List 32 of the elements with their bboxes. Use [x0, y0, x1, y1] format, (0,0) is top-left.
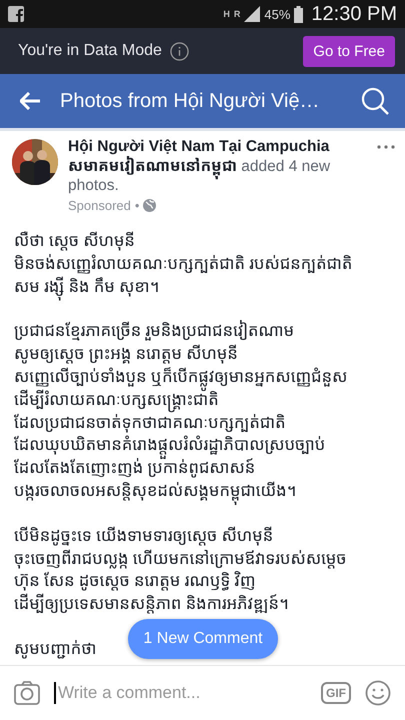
post-text-line: ដែលឃុបឃិតមានគំរោងផ្តួលរំលំរដ្ឋាភិបាលស្របច្បាប់ — [14, 433, 326, 456]
post-text-line: បើមិនដូច្នះទេ យើងទាមទារឲ្យស្តេច សីហមុនី — [14, 524, 274, 547]
data-mode-text: You're in Data Mode — [18, 42, 162, 60]
post-text-line: លឺថា ស្តេច សីហមុនី — [14, 229, 135, 252]
go-to-free-button[interactable]: Go to Free — [303, 36, 395, 66]
new-comment-button[interactable]: 1 New Comment — [128, 619, 278, 659]
post-text-line: មិនចង់សញ្ញេរំលាយគណៈបក្សក្បត់ជាតិ របស់ជនក្បត់ជាតិ — [14, 252, 352, 275]
post-text-line: ចុះចេញពីរាជបល្លង្ក ហើយមកនៅក្រោមឪវាទរបស់សម្តេច — [14, 546, 347, 570]
camera-icon[interactable] — [14, 681, 40, 705]
post-text-line: សូមបញ្ជាក់ថា — [14, 636, 96, 660]
network-type: H — [223, 9, 230, 19]
gif-button[interactable]: GIF — [321, 682, 351, 704]
facebook-notification-icon — [8, 6, 24, 22]
signal-icon — [244, 6, 260, 22]
post-text-line: ប្រជាជនខ្មែរភាគច្រើន រួមនិងប្រជាជនវៀតណាម — [14, 319, 294, 342]
separator-dot: • — [134, 198, 140, 213]
page-title: Photos from Hội Người Việ… — [60, 90, 321, 112]
battery-percent: 45% — [264, 6, 290, 22]
info-icon[interactable] — [170, 42, 189, 60]
emoji-icon[interactable] — [365, 680, 391, 706]
post-text-line: ហ៊ុន សែន ដូចស្តេច នរោត្តម រណឫទ្ធិ វិញ — [14, 569, 256, 592]
globe-icon — [143, 199, 156, 212]
back-arrow-icon[interactable] — [20, 92, 40, 110]
sponsored-label: Sponsored — [68, 198, 131, 213]
battery-icon — [294, 6, 304, 22]
search-icon[interactable] — [361, 87, 389, 115]
roaming-indicator: R — [234, 9, 240, 19]
post-text-line: សូមឲ្យស្តេច ព្រះអង្គ នរោត្តម សីហមុនី — [14, 342, 238, 365]
clock: 12:30 PM — [311, 2, 397, 26]
post-header-text: Hội Người Việt Nam Tại Campuchia សមាគមវៀតណាមនៅកម្ពុជា added 4 new photos. — [68, 137, 332, 195]
post-text-line: ដើម្បីឲ្យប្រទេសមានសន្តិភាព និងការអភិវឌ្ឍន៍។ — [14, 592, 289, 615]
more-options-icon[interactable] — [377, 145, 395, 149]
